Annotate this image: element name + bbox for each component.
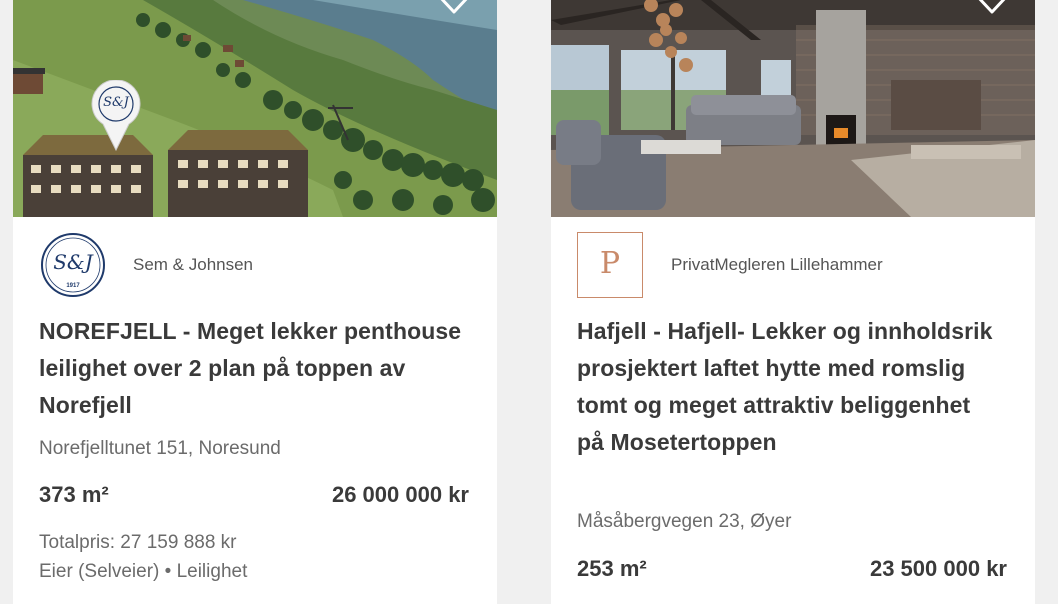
listing-size: 253 m² xyxy=(577,556,647,581)
agency-logo-year: 1917 xyxy=(66,283,80,289)
listing-meta: Totalpris: 27 159 888 kr Eier (Selveier)… xyxy=(39,528,247,586)
listing-title[interactable]: Hafjell - Hafjell- Lekker og innholdsrik… xyxy=(577,313,997,461)
listing-total-price: Totalpris: 27 159 888 kr xyxy=(39,532,237,553)
listing-card[interactable]: P PrivatMegleren Lillehammer Hafjell - H… xyxy=(551,0,1035,604)
listing-card[interactable]: S&J S&J 1917 Sem & Johnsen NOREFJELL - M… xyxy=(13,0,497,604)
listing-photo[interactable] xyxy=(13,0,497,217)
agency-logo-text: P xyxy=(599,246,621,281)
favorite-heart-icon[interactable] xyxy=(973,0,1011,16)
listing-price: 23 500 000 kr xyxy=(869,556,1007,581)
agency-logo-text: S&J xyxy=(53,250,93,274)
listing-size: 373 m² xyxy=(39,482,109,507)
agency-logo: S&J 1917 xyxy=(40,232,106,298)
listing-ownership: Eier (Selveier) • Leilighet xyxy=(39,561,248,582)
agency-name: PrivatMegleren Lillehammer xyxy=(671,255,883,274)
location-pin-icon: S&J xyxy=(91,79,141,152)
listing-address: Norefjelltunet 151, Noresund xyxy=(39,438,281,459)
favorite-heart-icon[interactable] xyxy=(435,0,473,16)
listing-title[interactable]: NOREFJELL - Meget lekker penthouse leili… xyxy=(39,313,479,424)
listing-address: Måsåbergvegen 23, Øyer xyxy=(577,511,792,532)
agency-logo: P xyxy=(577,232,643,298)
listing-price: 26 000 000 kr xyxy=(331,482,469,507)
agency-name: Sem & Johnsen xyxy=(133,255,254,274)
pin-logo-text: S&J xyxy=(103,95,129,110)
listing-photo[interactable] xyxy=(551,0,1035,217)
